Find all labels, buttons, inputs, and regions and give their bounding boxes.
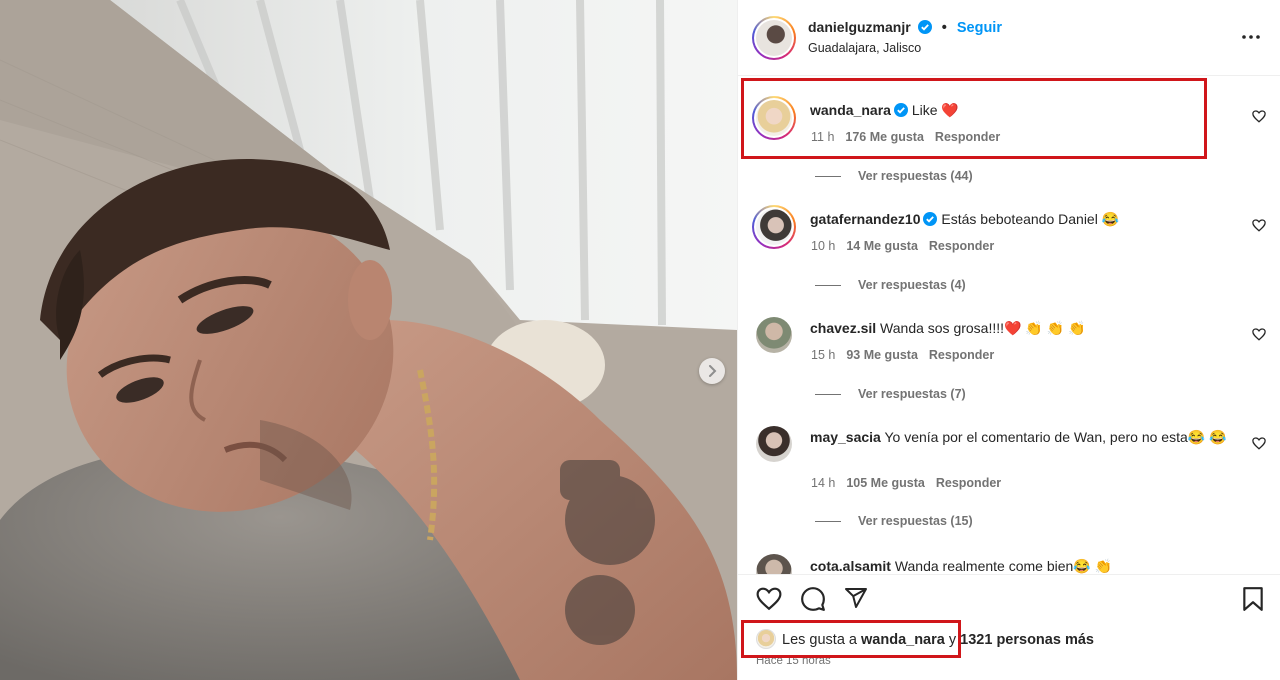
comment-text-line: may_sacia Yo venía por el comentario de … bbox=[810, 428, 1240, 447]
header-user-line: danielguzmanjr • Seguir bbox=[808, 19, 1002, 36]
heart-icon[interactable] bbox=[1252, 437, 1266, 450]
verified-badge-icon bbox=[917, 20, 932, 34]
reply-button[interactable]: Responder bbox=[929, 348, 994, 362]
author-avatar[interactable] bbox=[752, 16, 796, 60]
view-replies-button[interactable]: Ver respuestas (44) bbox=[815, 169, 973, 183]
highlight-box-comment bbox=[741, 78, 1207, 159]
comment-username[interactable]: gatafernandez10 bbox=[810, 211, 920, 227]
comment-meta: 10 h 14 Me gusta Responder bbox=[811, 239, 1005, 253]
reply-button[interactable]: Responder bbox=[936, 476, 1001, 490]
comment-text-line: cota.alsamit Wanda realmente come bien😂 … bbox=[810, 557, 1240, 574]
commenter-avatar[interactable] bbox=[756, 426, 792, 462]
comment-likes[interactable]: 93 Me gusta bbox=[846, 348, 918, 362]
post-location[interactable]: Guadalajara, Jalisco bbox=[808, 41, 921, 55]
view-replies-button[interactable]: Ver respuestas (7) bbox=[815, 387, 966, 401]
replies-line bbox=[815, 285, 841, 287]
comment-time[interactable]: 14 h bbox=[811, 476, 835, 490]
post-side-panel: danielguzmanjr • Seguir Guadalajara, Jal… bbox=[737, 0, 1280, 680]
comment-username[interactable]: may_sacia bbox=[810, 429, 881, 445]
heart-icon[interactable] bbox=[1252, 219, 1266, 232]
comment-text: Yo venía por el comentario de Wan, pero … bbox=[884, 429, 1227, 445]
comment-username[interactable]: cota.alsamit bbox=[810, 558, 891, 574]
comment-meta: 14 h 105 Me gusta Responder bbox=[811, 476, 1012, 490]
post-header: danielguzmanjr • Seguir Guadalajara, Jal… bbox=[738, 0, 1280, 76]
commenter-avatar[interactable] bbox=[752, 205, 796, 249]
replies-line bbox=[815, 176, 841, 178]
view-replies-label: Ver respuestas (44) bbox=[858, 169, 973, 183]
view-replies-label: Ver respuestas (15) bbox=[858, 514, 973, 528]
bookmark-icon[interactable] bbox=[1242, 586, 1264, 612]
comment-text-line: gatafernandez10 Estás beboteando Daniel … bbox=[810, 210, 1240, 229]
comment-text: Estás beboteando Daniel 😂 bbox=[941, 211, 1120, 227]
heart-icon[interactable] bbox=[756, 587, 782, 611]
next-photo-button[interactable] bbox=[699, 358, 725, 384]
share-icon[interactable] bbox=[844, 586, 868, 610]
comment-username[interactable]: chavez.sil bbox=[810, 320, 876, 336]
post-photo-image bbox=[0, 0, 737, 680]
highlight-box-likes bbox=[741, 620, 961, 658]
view-replies-button[interactable]: Ver respuestas (15) bbox=[815, 514, 973, 528]
commenter-avatar[interactable] bbox=[756, 554, 792, 574]
reply-button[interactable]: Responder bbox=[929, 239, 994, 253]
heart-icon[interactable] bbox=[1252, 328, 1266, 341]
post-photo[interactable] bbox=[0, 0, 737, 680]
comment-icon[interactable] bbox=[800, 586, 826, 612]
comment-likes[interactable]: 14 Me gusta bbox=[846, 239, 918, 253]
comment-text-line: chavez.sil Wanda sos grosa!!!!❤️ 👏 👏 👏 bbox=[810, 319, 1240, 338]
follow-button[interactable]: Seguir bbox=[957, 20, 1002, 36]
replies-line bbox=[815, 521, 841, 523]
view-replies-label: Ver respuestas (7) bbox=[858, 387, 966, 401]
comment-text: Wanda realmente come bien😂 👏 bbox=[894, 558, 1113, 574]
commenter-avatar[interactable] bbox=[756, 317, 792, 353]
verified-badge-icon bbox=[923, 212, 938, 226]
view-replies-label: Ver respuestas (4) bbox=[858, 278, 966, 292]
heart-icon[interactable] bbox=[1252, 110, 1266, 123]
comment-likes[interactable]: 105 Me gusta bbox=[846, 476, 925, 490]
replies-line bbox=[815, 394, 841, 396]
view-replies-button[interactable]: Ver respuestas (4) bbox=[815, 278, 966, 292]
comment-time[interactable]: 15 h bbox=[811, 348, 835, 362]
comment-meta: 15 h 93 Me gusta Responder bbox=[811, 348, 1005, 362]
separator-dot: • bbox=[941, 20, 947, 36]
more-options-icon[interactable] bbox=[1242, 35, 1260, 39]
chevron-right-icon bbox=[709, 365, 717, 377]
comment-text: Wanda sos grosa!!!!❤️ 👏 👏 👏 bbox=[880, 320, 1086, 336]
author-username[interactable]: danielguzmanjr bbox=[808, 19, 911, 35]
likes-count[interactable]: 1321 personas más bbox=[960, 632, 1094, 648]
comment-time[interactable]: 10 h bbox=[811, 239, 835, 253]
